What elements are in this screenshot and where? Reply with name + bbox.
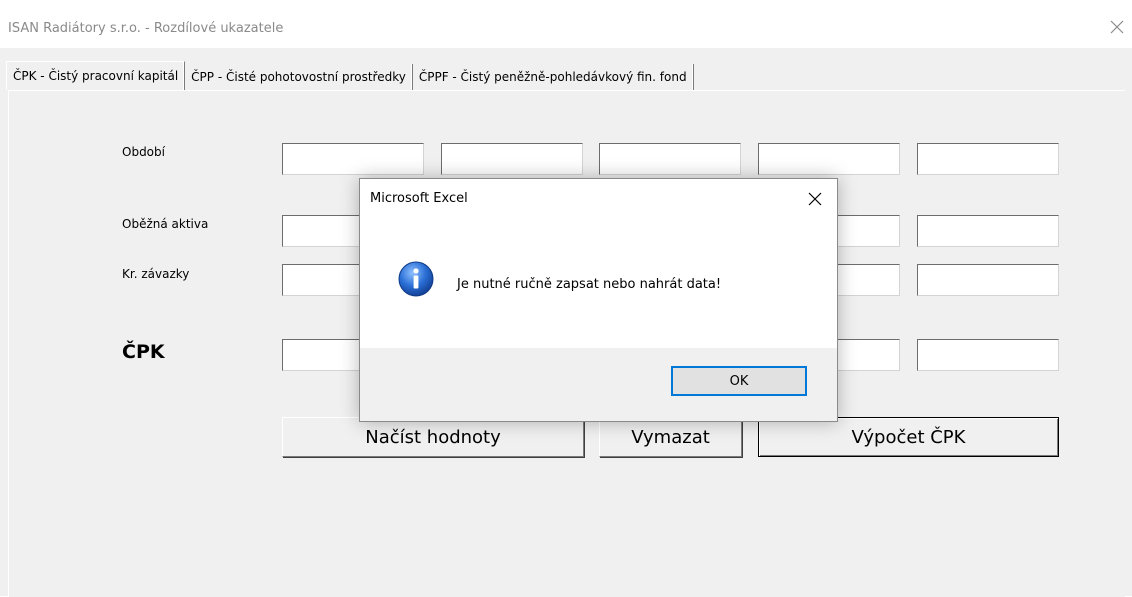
tab-cpk[interactable]: ČPK - Čistý pracovní kapitál — [6, 61, 186, 90]
tab-cpp[interactable]: ČPP - Čisté pohotovostní prostředky — [185, 64, 413, 90]
cpk-label: ČPK — [122, 341, 165, 363]
short-liabilities-field-5[interactable] — [917, 264, 1059, 296]
ok-button[interactable]: OK — [671, 366, 807, 396]
tab-strip: ČPK - Čistý pracovní kapitál ČPP - Čisté… — [6, 61, 694, 90]
load-values-label: Načíst hodnoty — [365, 426, 501, 448]
clear-label: Vymazat — [631, 426, 710, 448]
message-box-close-button[interactable] — [801, 187, 829, 211]
ok-label: OK — [729, 373, 749, 389]
message-box-title: Microsoft Excel — [370, 191, 468, 206]
period-field-1[interactable] — [282, 143, 424, 175]
message-box: Microsoft Excel Je nutné ručně zapsat ne… — [359, 178, 838, 422]
message-box-footer: OK — [360, 348, 837, 421]
tab-cppf-label: ČPPF - Čistý peněžně-pohledávkový fin. f… — [418, 70, 687, 84]
app-window: ISAN Radiátory s.r.o. - Rozdílové ukazat… — [0, 0, 1132, 597]
window-title: ISAN Radiátory s.r.o. - Rozdílové ukazat… — [8, 21, 284, 36]
cpk-field-5[interactable] — [917, 339, 1059, 371]
calculate-cpk-button[interactable]: Výpočet ČPK — [758, 417, 1059, 457]
current-assets-field-5[interactable] — [917, 215, 1059, 247]
info-icon — [398, 261, 434, 297]
calculate-cpk-label: Výpočet ČPK — [851, 426, 966, 448]
load-values-button[interactable]: Načíst hodnoty — [282, 417, 584, 457]
close-icon — [1110, 20, 1124, 34]
period-label: Období — [122, 145, 165, 159]
period-field-4[interactable] — [758, 143, 900, 175]
period-field-3[interactable] — [599, 143, 741, 175]
message-text: Je nutné ručně zapsat nebo nahrát data! — [457, 277, 722, 292]
clear-button[interactable]: Vymazat — [599, 417, 742, 457]
tab-cpk-label: ČPK - Čistý pracovní kapitál — [13, 69, 179, 83]
period-field-5[interactable] — [917, 143, 1059, 175]
tab-cpp-label: ČPP - Čisté pohotovostní prostředky — [191, 70, 406, 84]
title-bar: ISAN Radiátory s.r.o. - Rozdílové ukazat… — [0, 0, 1132, 48]
short-liabilities-label: Kr. závazky — [122, 267, 190, 281]
window-close-button[interactable] — [1102, 12, 1132, 42]
tab-cppf[interactable]: ČPPF - Čistý peněžně-pohledávkový fin. f… — [412, 64, 694, 90]
close-icon — [808, 192, 822, 206]
current-assets-label: Oběžná aktiva — [122, 217, 209, 231]
period-field-2[interactable] — [441, 143, 583, 175]
